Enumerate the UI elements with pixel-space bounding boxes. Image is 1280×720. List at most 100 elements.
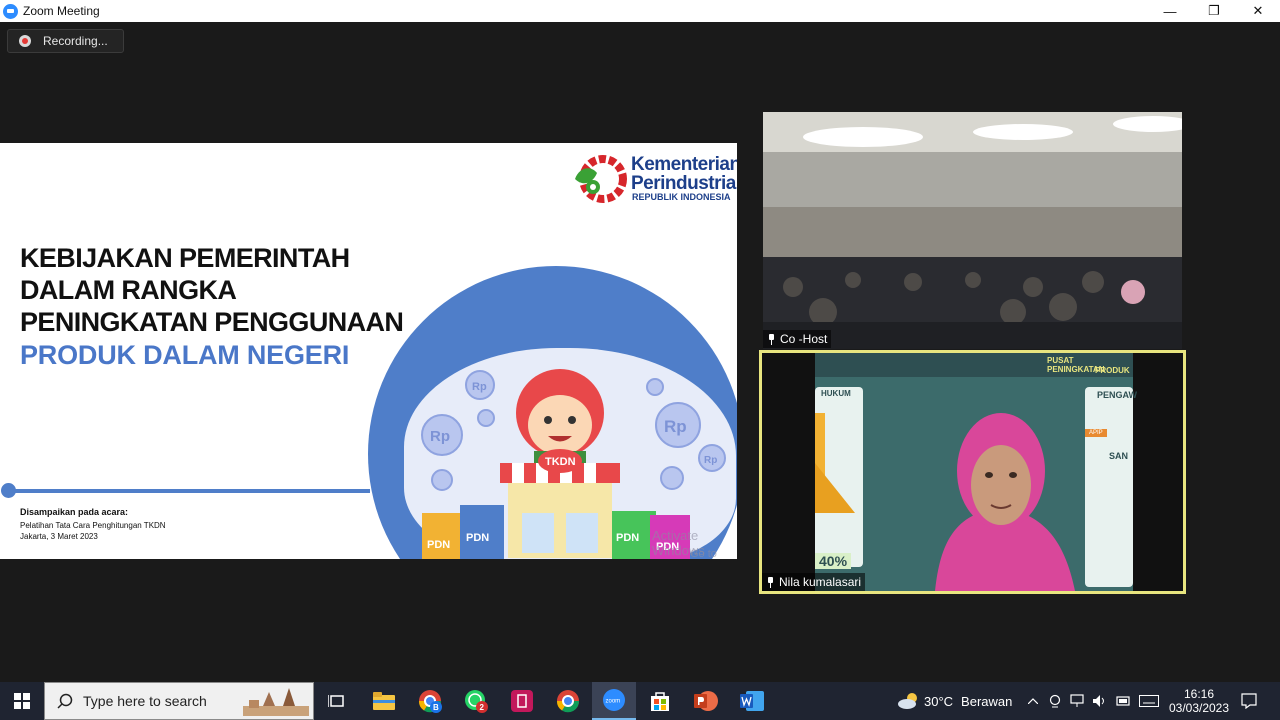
zoom-app-icon [3, 3, 18, 19]
slide-title: KEBIJAKAN PEMERINTAH DALAM RANGKA PENING… [20, 242, 404, 338]
background-right-label: PENGAW [1097, 390, 1138, 400]
shared-slide: Kementerian Perindustrian REPUBLIK INDON… [0, 143, 737, 559]
search-icon [57, 693, 73, 709]
notification-badge: 2 [480, 703, 485, 712]
taskbar-chrome-profile[interactable]: B [410, 682, 450, 720]
slide-title-line: KEBIJAKAN PEMERINTAH [20, 243, 350, 273]
powerpoint-icon [694, 691, 718, 711]
record-icon [19, 35, 31, 47]
pin-icon [767, 333, 776, 345]
timeline-bar [8, 489, 370, 493]
taskbar-clock[interactable]: 16:16 03/03/2023 [1166, 682, 1232, 720]
weather-widget[interactable]: 30°C Berawan [924, 682, 1016, 720]
background-right-panel [1085, 387, 1133, 587]
coin-label: Rp [472, 381, 487, 393]
taskbar-powerpoint[interactable] [686, 682, 726, 720]
activation-watermark-sub: Go to Settings to activate Windows. [690, 548, 717, 559]
slide-title-line: PENINGKATAN PENGGUNAAN [20, 307, 404, 337]
event-name: Pelatihan Tata Cara Penghitungan TKDN [20, 521, 166, 530]
taskbar-store[interactable] [640, 682, 680, 720]
slide-subtitle: PRODUK DALAM NEGERI [20, 340, 350, 370]
store-bag-icon [651, 692, 669, 711]
word-icon [740, 691, 764, 711]
restore-button[interactable]: ❐ [1192, 0, 1236, 22]
taskbar-zoom[interactable]: zoom [592, 682, 636, 720]
folder-icon [373, 692, 395, 710]
start-button[interactable] [0, 682, 44, 720]
task-view-icon [328, 695, 344, 707]
pyramid-graphic [815, 413, 855, 513]
taskbar-file-explorer[interactable] [364, 682, 404, 720]
tray-volume-icon[interactable] [1090, 682, 1110, 720]
speaker-icon [1093, 695, 1104, 707]
pdf-app-icon [511, 690, 533, 712]
taskbar-word[interactable] [732, 682, 772, 720]
event-place-date: Jakarta, 3 Maret 2023 [20, 532, 98, 541]
timeline-dot [1, 483, 16, 498]
coin-label: Rp [664, 417, 687, 436]
whatsapp-icon: 2 [465, 690, 488, 713]
bag-label: PDN [466, 532, 489, 544]
tray-keyboard-icon[interactable] [1136, 682, 1162, 720]
chrome-icon: B [418, 690, 442, 713]
chrome-icon [556, 690, 580, 713]
video-tile-co-host[interactable]: Co -Host [763, 112, 1182, 349]
keyboard-icon [1139, 695, 1159, 707]
zoom-icon: zoom [603, 689, 625, 711]
notification-center-button[interactable] [1236, 682, 1262, 720]
slide-title-line: DALAM RANGKA [20, 275, 237, 305]
event-heading: Disampaikan pada acara: [20, 507, 129, 517]
participant-name: Nila kumalasari [779, 575, 862, 589]
task-view-button[interactable] [320, 682, 354, 720]
webcam-icon [1049, 694, 1061, 708]
kemenperin-gear-icon [575, 155, 627, 203]
chevron-up-icon [1028, 698, 1038, 704]
participant-name: Co -Host [780, 332, 828, 346]
search-placeholder: Type here to search [83, 693, 207, 709]
tray-meet-icon[interactable] [1046, 682, 1064, 720]
weather-temp: 30°C [924, 693, 954, 709]
battery-plug-icon [1116, 696, 1130, 706]
weather-condition: Berawan [961, 693, 1013, 709]
profile-badge: B [433, 703, 439, 712]
cloud-sun-icon [898, 693, 917, 709]
logo-line-3: REPUBLIK INDONESIA [632, 192, 731, 202]
network-icon [1070, 694, 1084, 707]
recording-label: Recording... [43, 34, 108, 48]
participant-name-tag: Co -Host [763, 330, 832, 348]
taskbar-pdf-app[interactable] [502, 682, 542, 720]
window-title: Zoom Meeting [23, 4, 100, 18]
weather-icon[interactable] [896, 682, 922, 720]
coin-label: Rp [430, 428, 450, 445]
clock-time: 16:16 [1183, 687, 1215, 701]
background-left-label: HUKUM [821, 389, 851, 398]
taskbar-chrome[interactable] [548, 682, 588, 720]
search-highlight-icon [243, 688, 309, 716]
background-percent: 40% [815, 553, 852, 569]
clock-date: 03/03/2023 [1168, 701, 1230, 715]
zoom-icon-label: zoom [606, 699, 621, 705]
taskbar-whatsapp[interactable]: 2 [456, 682, 496, 720]
show-hidden-icons-button[interactable] [1024, 682, 1042, 720]
title-bar: Zoom Meeting — ❐ ✕ [0, 0, 1280, 22]
background-right-label-2: SAN [1109, 451, 1129, 461]
bag-label: PDN [427, 539, 450, 551]
coin-label: Rp [704, 455, 717, 466]
minimize-button[interactable]: — [1148, 0, 1192, 22]
background-title-2: PRODUK [1095, 366, 1130, 375]
notification-icon [1241, 693, 1257, 709]
taskbar-search-box[interactable]: Type here to search [44, 682, 314, 720]
background-button: APIP [1085, 429, 1107, 437]
participant-name-tag: Nila kumalasari [762, 573, 866, 591]
pin-icon [766, 576, 775, 588]
close-button[interactable]: ✕ [1236, 0, 1280, 22]
speaker-video [935, 413, 1075, 591]
meeting-hall-video [763, 112, 1182, 349]
tray-network-icon[interactable] [1068, 682, 1088, 720]
speaker-background: PUSAT PENINGKATAN PRODUK HUKUM 40% PENGA… [815, 353, 1137, 591]
video-tile-active-speaker[interactable]: PUSAT PENINGKATAN PRODUK HUKUM 40% PENGA… [759, 350, 1186, 594]
bag-label: PDN [616, 532, 639, 544]
windows-logo-icon [14, 693, 30, 709]
recording-indicator[interactable]: Recording... [7, 29, 124, 53]
tray-battery-icon[interactable] [1112, 682, 1134, 720]
